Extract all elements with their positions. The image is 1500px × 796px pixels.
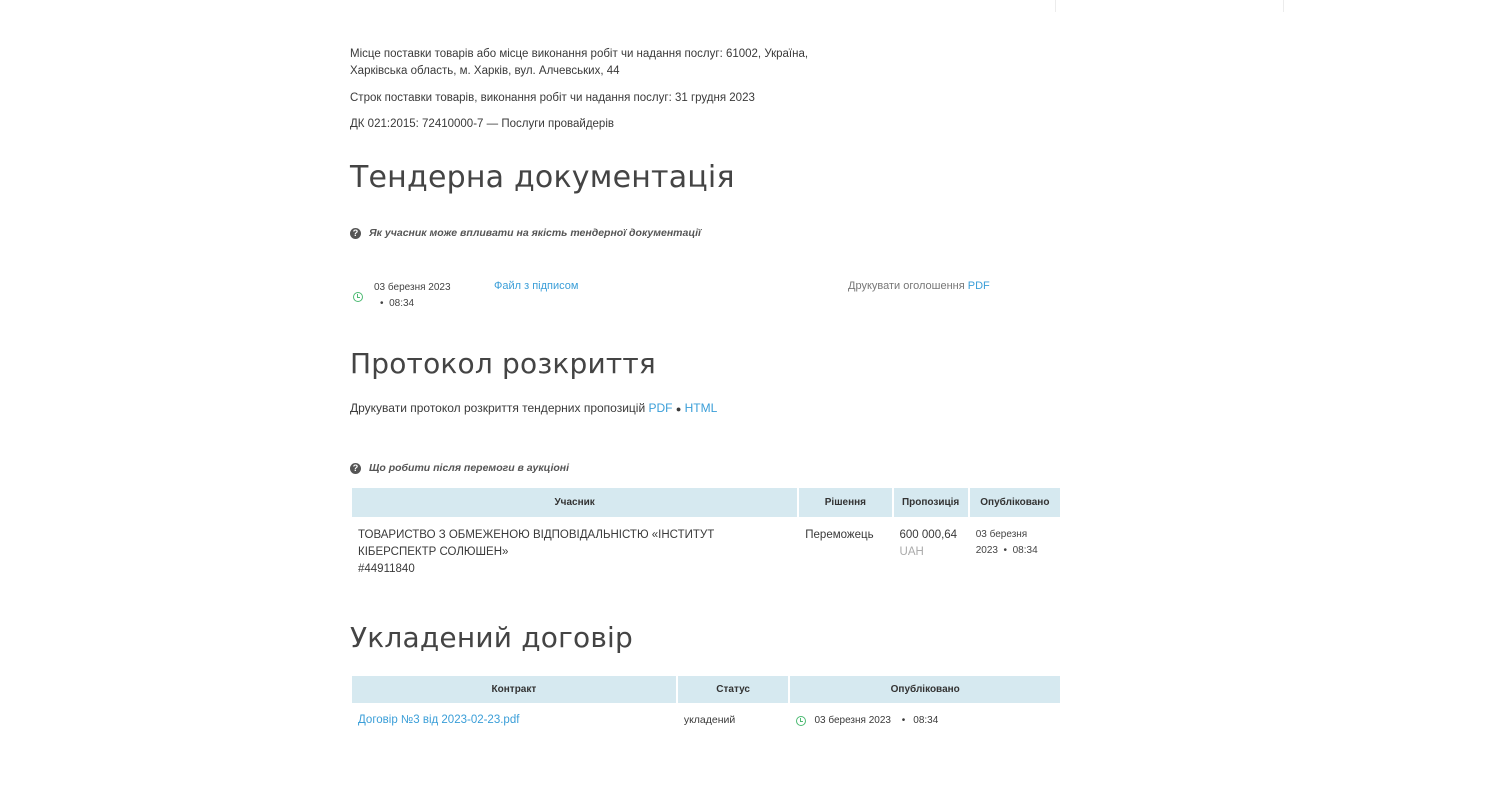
classifier-code: ДК 021:2015: 72410000-7 — Послуги провай… xyxy=(350,118,614,130)
protocol-table-header: Учасник Рішення Пропозиція Опубліковано xyxy=(352,488,1060,517)
auction-win-help[interactable]: ? Що робити після перемоги в аукціоні xyxy=(350,462,569,474)
dot-separator: • xyxy=(898,715,906,726)
tender-doc-date: 03 березня 2023 • 08:34 xyxy=(374,280,451,312)
col-contract-published: Опубліковано xyxy=(790,676,1060,703)
print-announcement-pdf-link[interactable]: PDF xyxy=(968,280,990,292)
tender-doc-date-value: 03 березня 2023 xyxy=(374,282,451,293)
delivery-place: Місце поставки товарів або місце виконан… xyxy=(350,46,808,80)
contract-cell: Договір №3 від 2023-02-23.pdf xyxy=(352,703,676,742)
table-row: Договір №3 від 2023-02-23.pdf укладений … xyxy=(352,703,1060,742)
clock-icon xyxy=(353,292,363,302)
col-offer: Пропозиція xyxy=(893,488,968,517)
tender-docs-help-text[interactable]: Як учасник може впливати на якість тенде… xyxy=(369,227,701,239)
col-status: Статус xyxy=(677,676,789,703)
delivery-place-line-2: Харківська область, м. Харків, вул. Алче… xyxy=(350,65,620,77)
published-date: 03 березня xyxy=(975,529,1028,540)
protocol-pdf-link[interactable]: PDF xyxy=(649,401,673,415)
col-contract: Контракт xyxy=(352,676,676,703)
tender-docs-title: Тендерна документація xyxy=(350,160,735,195)
protocol-print: Друкувати протокол розкриття тендерних п… xyxy=(350,400,717,418)
print-announcement-label: Друкувати оголошення xyxy=(848,280,965,292)
contract-published-cell: 03 березня 2023 • 08:34 xyxy=(790,703,1060,742)
col-published: Опубліковано xyxy=(969,488,1060,517)
tender-doc-time: 08:34 xyxy=(389,298,415,309)
contract-published-time: 08:34 xyxy=(913,715,939,726)
offer-currency: UAH xyxy=(899,546,924,558)
decision-cell: Переможець xyxy=(805,529,874,541)
status-cell: укладений xyxy=(683,714,736,726)
dot-separator: • xyxy=(1003,545,1008,556)
participant-cell: ТОВАРИСТВО З ОБМЕЖЕНОЮ ВІДПОВІДАЛЬНІСТЮ … xyxy=(352,517,797,588)
auction-win-help-text[interactable]: Що робити після перемоги в аукціоні xyxy=(369,462,569,474)
published-year: 2023 xyxy=(975,545,998,556)
question-icon: ? xyxy=(350,462,361,474)
col-participant: Учасник xyxy=(352,488,798,517)
offer-amount: 600 000,64 xyxy=(899,529,958,541)
protocol-table: Учасник Рішення Пропозиція Опубліковано … xyxy=(350,488,1062,588)
protocol-title: Протокол розкриття xyxy=(350,347,656,380)
col-decision: Рішення xyxy=(799,488,892,517)
clock-icon xyxy=(796,715,807,726)
protocol-print-text: Друкувати протокол розкриття тендерних п… xyxy=(350,401,646,415)
delivery-place-line-1: Місце поставки товарів або місце виконан… xyxy=(350,48,809,60)
signed-file-link[interactable]: Файл з підписом xyxy=(494,280,578,292)
contract-file-link[interactable]: Договір №3 від 2023-02-23.pdf xyxy=(358,714,519,726)
contract-table-header: Контракт Статус Опубліковано xyxy=(352,676,1060,703)
tender-docs-help[interactable]: ? Як учасник може впливати на якість тен… xyxy=(350,227,701,239)
delivery-term: Строк поставки товарів, виконання робіт … xyxy=(350,92,755,104)
print-announcement: Друкувати оголошення PDF xyxy=(848,280,990,292)
protocol-html-link[interactable]: HTML xyxy=(685,401,718,415)
contract-table: Контракт Статус Опубліковано Договір №3 … xyxy=(350,676,1062,742)
contract-title: Укладений договір xyxy=(350,621,634,654)
table-row: ТОВАРИСТВО З ОБМЕЖЕНОЮ ВІДПОВІДАЛЬНІСТЮ … xyxy=(352,517,1060,588)
question-icon: ? xyxy=(350,227,361,239)
offer-cell: 600 000,64 UAH xyxy=(894,517,968,588)
top-divider-right xyxy=(1283,0,1284,12)
dot-separator: • xyxy=(380,298,384,309)
participant-id: #44911840 xyxy=(358,563,415,575)
dot-separator: ● xyxy=(675,404,682,414)
participant-name-line-2: КІБЕРСПЕКТР СОЛЮШЕН» xyxy=(358,546,509,558)
tender-doc-entry: 03 березня 2023 • 08:34 Файл з підписом … xyxy=(350,280,1062,316)
published-time: 08:34 xyxy=(1012,545,1038,556)
participant-name-line-1: ТОВАРИСТВО З ОБМЕЖЕНОЮ ВІДПОВІДАЛЬНІСТЮ … xyxy=(358,529,715,541)
top-divider-left xyxy=(1055,0,1056,12)
contract-published-date: 03 березня 2023 xyxy=(814,715,891,726)
published-cell: 03 березня 2023 • 08:34 xyxy=(970,517,1060,588)
